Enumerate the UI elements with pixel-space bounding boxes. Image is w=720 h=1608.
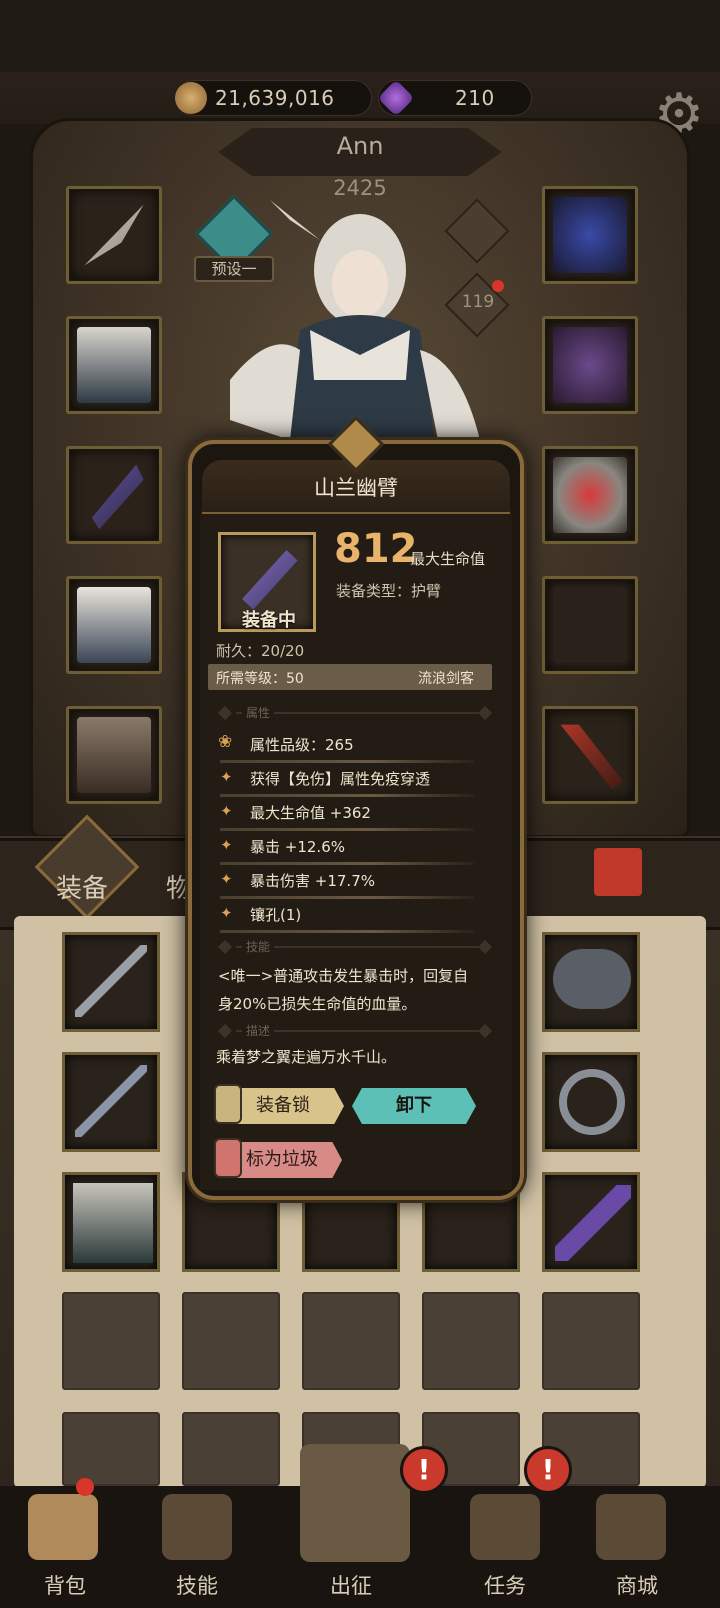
coin-icon bbox=[175, 82, 207, 114]
lotus-icon: ❀ bbox=[218, 732, 233, 752]
attribute-underline bbox=[220, 794, 474, 797]
skill-text: <唯一>普通攻击发生暴击时，回复自 身20%已损失生命值的血量。 bbox=[218, 962, 498, 1018]
star-icon: ✦ bbox=[220, 768, 233, 786]
equipped-label: 装备中 bbox=[242, 610, 296, 631]
slot-boots[interactable] bbox=[66, 706, 162, 804]
attribute-underline bbox=[220, 862, 474, 865]
skills-nav-icon[interactable] bbox=[162, 1494, 232, 1560]
expedition-nav-icon[interactable] bbox=[300, 1444, 410, 1562]
section-header-skill: 技能 bbox=[214, 938, 493, 956]
empty-bag-slot[interactable] bbox=[182, 1292, 280, 1390]
bag-notification-dot bbox=[76, 1478, 94, 1496]
durability: 耐久：20/20 bbox=[216, 642, 305, 660]
slot-legs[interactable] bbox=[66, 576, 162, 674]
main-stat-unit: 最大生命值 bbox=[410, 550, 486, 568]
gem-icon bbox=[377, 79, 415, 117]
nav-expedition[interactable]: 出征 bbox=[306, 1570, 396, 1600]
section-header-description: 描述 bbox=[214, 1022, 493, 1040]
attribute-underline bbox=[220, 760, 474, 763]
bag-slot[interactable] bbox=[62, 1052, 160, 1152]
gem-amount: 210 bbox=[455, 86, 495, 110]
equipment-type: 装备类型：护臂 bbox=[336, 582, 442, 600]
slot-accessory[interactable] bbox=[542, 706, 638, 804]
attribute-line: 镶孔(1) bbox=[250, 906, 302, 924]
slot-head[interactable] bbox=[66, 186, 162, 284]
empty-bag-slot[interactable] bbox=[302, 1292, 400, 1390]
status-bar-area bbox=[0, 0, 720, 72]
tasks-nav-icon[interactable] bbox=[470, 1494, 540, 1560]
nav-bag[interactable]: 背包 bbox=[20, 1570, 110, 1600]
attribute-underline bbox=[220, 896, 474, 899]
nav-skills[interactable]: 技能 bbox=[152, 1570, 242, 1600]
item-title: 山兰幽臂 bbox=[314, 476, 398, 500]
tab-equipment[interactable]: 装备 bbox=[56, 868, 108, 905]
shop-nav-icon[interactable] bbox=[596, 1494, 666, 1560]
expedition-alert-icon: ! bbox=[400, 1446, 448, 1494]
slot-shoulder[interactable] bbox=[542, 316, 638, 414]
skill-line-2: 身20%已损失生命值的血量。 bbox=[218, 995, 417, 1013]
preset-label[interactable]: 预设一 bbox=[194, 256, 274, 282]
gem-counter: 210 bbox=[377, 79, 532, 117]
unequip-button[interactable]: 卸下 bbox=[352, 1088, 476, 1124]
attribute-underline bbox=[220, 930, 474, 933]
star-icon: ✦ bbox=[220, 802, 233, 820]
attribute-line: 最大生命值 +362 bbox=[250, 804, 371, 822]
bag-slot[interactable] bbox=[62, 1172, 160, 1272]
empty-bag-slot[interactable] bbox=[62, 1292, 160, 1390]
empty-bag-slot[interactable] bbox=[182, 1412, 280, 1486]
item-description: 乘着梦之翼走遍万水千山。 bbox=[216, 1048, 397, 1066]
lock-icon bbox=[214, 1084, 242, 1124]
attribute-line: 暴击 +12.6% bbox=[250, 838, 345, 856]
level-value: 119 bbox=[461, 292, 495, 312]
bag-slot[interactable] bbox=[542, 1172, 640, 1272]
star-icon: ✦ bbox=[220, 870, 233, 888]
attribute-underline bbox=[220, 828, 474, 831]
skill-line-1: <唯一>普通攻击发生暴击时，回复自 bbox=[218, 967, 469, 985]
gold-counter: 21,639,016 bbox=[175, 80, 372, 116]
star-icon: ✦ bbox=[220, 836, 233, 854]
slot-arms[interactable] bbox=[66, 446, 162, 544]
section-header-attributes: 属性 bbox=[214, 704, 493, 722]
character-name: Ann bbox=[336, 132, 384, 160]
gold-amount: 21,639,016 bbox=[215, 86, 335, 110]
empty-bag-slot[interactable] bbox=[542, 1292, 640, 1390]
nav-tasks[interactable]: 任务 bbox=[460, 1570, 550, 1600]
bag-slot[interactable] bbox=[542, 1052, 640, 1152]
bag-slot[interactable] bbox=[542, 932, 640, 1032]
bag-slot[interactable] bbox=[62, 932, 160, 1032]
empty-bag-slot[interactable] bbox=[62, 1412, 160, 1486]
junk-lantern-icon bbox=[214, 1138, 242, 1178]
star-icon: ✦ bbox=[220, 904, 233, 922]
attribute-line: 暴击伤害 +17.7% bbox=[250, 872, 375, 890]
nav-shop[interactable]: 商城 bbox=[592, 1570, 682, 1600]
trash-icon[interactable] bbox=[594, 848, 642, 896]
main-stat-value: 812 bbox=[334, 526, 418, 572]
empty-bag-slot[interactable] bbox=[422, 1292, 520, 1390]
bag-nav-icon[interactable] bbox=[28, 1494, 98, 1560]
attribute-grade: 属性品级：265 bbox=[250, 736, 354, 754]
slot-ring[interactable] bbox=[542, 446, 638, 544]
slot-chest[interactable] bbox=[66, 316, 162, 414]
slot-weapon[interactable] bbox=[542, 576, 638, 674]
tasks-alert-icon: ! bbox=[524, 1446, 572, 1494]
class-name: 流浪剑客 bbox=[418, 671, 474, 687]
required-level: 所需等级：50 bbox=[216, 671, 304, 687]
attribute-line: 获得【免伤】属性免疫穿透 bbox=[250, 770, 431, 788]
slot-necklace[interactable] bbox=[542, 186, 638, 284]
notification-dot bbox=[492, 280, 504, 292]
